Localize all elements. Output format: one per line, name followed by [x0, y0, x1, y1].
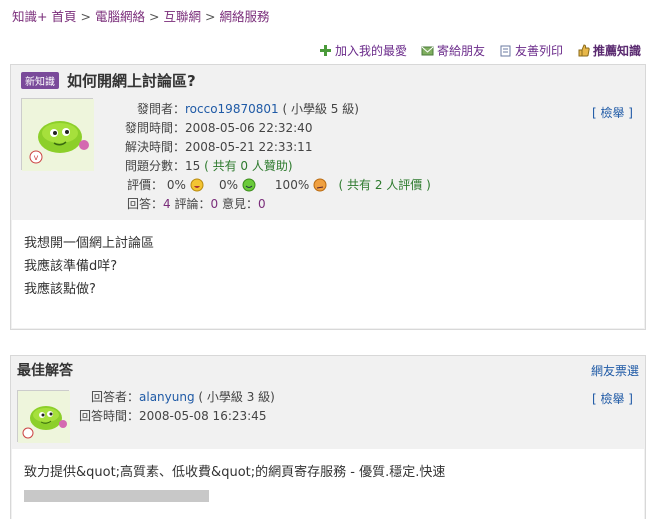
solve-time-value: 2008-05-21 22:33:11 — [185, 140, 313, 154]
answer-time-value: 2008-05-08 16:23:45 — [139, 409, 267, 423]
answer-body: 致力提供&quot;高質素、低收費&quot;的網頁寄存服務 - 優質.穩定.快… — [12, 449, 644, 519]
ask-time-value: 2008-05-06 22:32:40 — [185, 121, 313, 135]
best-answer-header: 最佳解答 網友票選 — [11, 356, 645, 384]
recommend-label: 推薦知識 — [592, 44, 641, 58]
question-body-line: 我應該準備d咩? — [24, 259, 118, 274]
rating-mid-value: 0% — [218, 178, 239, 192]
comments-count: 0 — [210, 197, 219, 211]
thumbs-up-icon — [578, 44, 590, 57]
send-to-friend-label: 寄給朋友 — [436, 44, 485, 58]
asker-level: ( 小學級 5 級) — [282, 102, 359, 116]
print-friendly-button[interactable]: 友善列印 — [499, 42, 563, 59]
score-label: 問題分數： — [124, 159, 185, 173]
opinions-count: 0 — [257, 197, 266, 211]
best-answer-title: 最佳解答 — [17, 363, 73, 379]
green-mascot-icon — [18, 391, 70, 443]
rating-total: ( 共有 2 人評價 ) — [338, 178, 431, 192]
breadcrumb-internet[interactable]: 互聯網 — [163, 9, 201, 24]
breadcrumb-separator: > — [80, 9, 91, 24]
question-header: 新知識 如何開網上討論區? — [11, 65, 645, 95]
rating-bad-value: 100% — [274, 178, 310, 192]
breadcrumb-computer-network[interactable]: 電腦網絡 — [95, 9, 145, 24]
answers-count: 4 — [163, 197, 171, 211]
solve-time-row: 解決時間：2008-05-21 22:33:11 — [103, 138, 431, 157]
new-badge: 新知識 — [21, 71, 59, 89]
answerer-row: 回答者：alanyung ( 小學級 3 級) — [75, 388, 275, 407]
svg-text:v: v — [34, 153, 39, 162]
breadcrumb-separator: > — [148, 9, 160, 24]
opinions-label: 意見： — [221, 197, 258, 211]
breadcrumb-network-services[interactable]: 網絡服務 — [219, 9, 269, 24]
question-report-link[interactable]: [ 檢舉 ] — [592, 104, 633, 121]
green-mascot-icon: v — [22, 99, 94, 171]
asker-link[interactable]: rocco19870801 — [185, 102, 279, 116]
asker-label: 發問者： — [136, 102, 185, 116]
answerer-level: ( 小學級 3 級) — [198, 390, 275, 404]
answer-meta: 回答者：alanyung ( 小學級 3 級) 回答時間：2008-05-08 … — [75, 388, 275, 426]
counts-row: 回答：4 評論：0 意見：0 — [103, 195, 431, 214]
solve-time-label: 解決時間： — [124, 140, 185, 154]
score-value: 15 — [185, 159, 201, 173]
question-body: 我想開一個網上討論區 我應該準備d咩? 我應該點做? — [12, 220, 644, 328]
send-to-friend-button[interactable]: 寄給朋友 — [421, 42, 485, 59]
answerer-avatar[interactable] — [17, 390, 70, 443]
answer-time-row: 回答時間：2008-05-08 16:23:45 — [75, 407, 275, 426]
ask-time-row: 發問時間：2008-05-06 22:32:40 — [103, 119, 431, 138]
breadcrumb-separator: > — [204, 9, 216, 24]
answerer-label: 回答者： — [90, 390, 139, 404]
question-meta: 發問者：rocco19870801 ( 小學級 5 級) 發問時間：2008-0… — [103, 100, 431, 214]
answer-report-link[interactable]: [ 檢舉 ] — [592, 390, 633, 407]
add-favorite-button[interactable]: 加入我的最愛 — [319, 42, 407, 59]
best-answer-panel: 最佳解答 網友票選 回答者：alanyung ( 小學級 3 級) 回答時間：2… — [10, 355, 646, 519]
rating-good-value: 0% — [166, 178, 186, 192]
question-body-line: 我想開一個網上討論區 — [24, 236, 155, 251]
answer-time-label: 回答時間： — [78, 409, 139, 423]
plus-icon — [319, 45, 331, 56]
answerer-link[interactable]: alanyung — [139, 390, 195, 404]
redacted-text-bar — [24, 490, 209, 502]
envelope-icon — [421, 46, 434, 56]
recommend-button[interactable]: 推薦知識 — [577, 42, 641, 59]
breadcrumb-home[interactable]: 知識+ 首頁 — [12, 9, 76, 24]
print-friendly-label: 友善列印 — [514, 44, 563, 58]
breadcrumb: 知識+ 首頁 > 電腦網絡 > 互聯網 > 網絡服務 — [12, 6, 269, 25]
ask-time-label: 發問時間： — [124, 121, 185, 135]
question-body-line: 我應該點做? — [24, 282, 96, 297]
question-title: 如何開網上討論區? — [67, 71, 196, 90]
vote-link[interactable]: 網友票選 — [591, 362, 639, 379]
answers-label: 回答： — [126, 197, 163, 211]
question-panel: 新知識 如何開網上討論區? v 發問者：rocco19870801 ( 小學級 … — [10, 64, 646, 330]
toolbar: 加入我的最愛 寄給朋友 友善列印 推薦知識 — [319, 42, 641, 59]
smile-face-icon — [242, 178, 256, 192]
support-text: ( 共有 0 人贊助) — [204, 159, 293, 173]
rating-label: 評價： — [126, 178, 163, 192]
rating-row: 評價： 0% 0% 100% ( 共有 2 人評價 ) — [103, 176, 431, 195]
comments-label: 評論： — [174, 197, 211, 211]
print-icon — [500, 45, 511, 57]
laughing-face-icon — [190, 178, 204, 192]
add-favorite-label: 加入我的最愛 — [334, 44, 407, 58]
score-row: 問題分數：15 ( 共有 0 人贊助) — [103, 157, 431, 176]
unhappy-face-icon — [313, 178, 327, 192]
asker-row: 發問者：rocco19870801 ( 小學級 5 級) — [103, 100, 431, 119]
asker-avatar[interactable]: v — [21, 98, 94, 171]
answer-body-text: 致力提供&quot;高質素、低收費&quot;的網頁寄存服務 - 優質.穩定.快… — [24, 465, 446, 480]
